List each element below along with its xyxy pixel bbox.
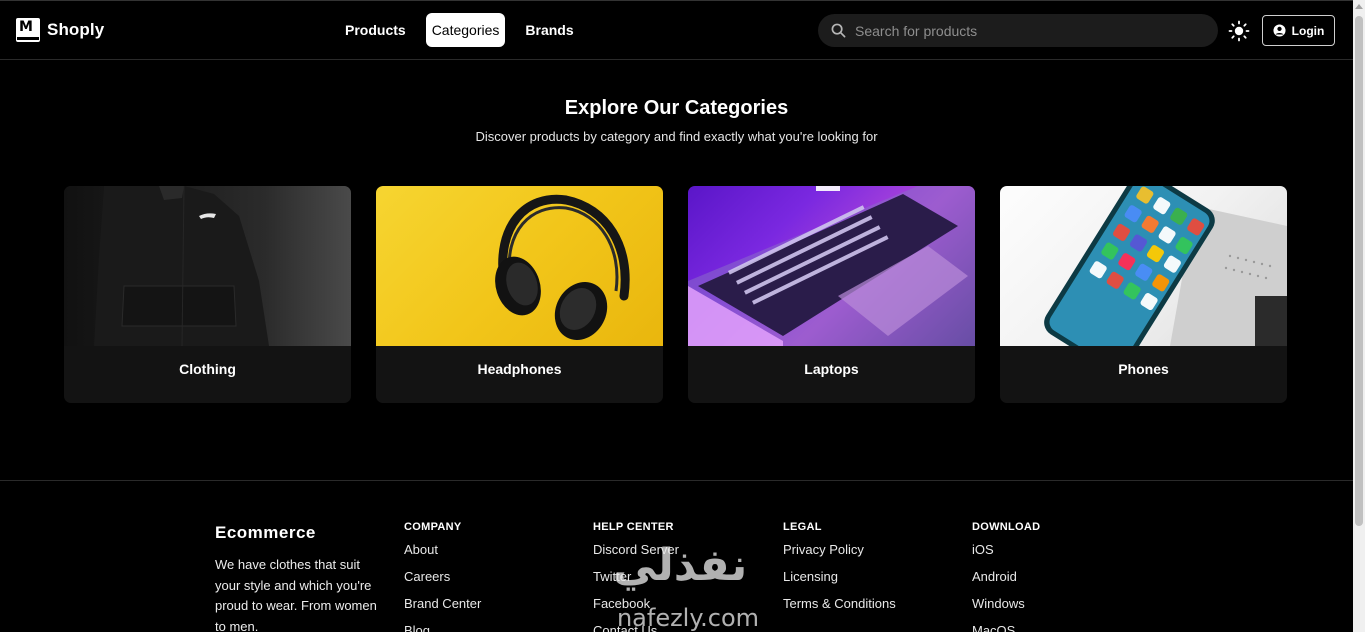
login-label: Login: [1291, 23, 1325, 38]
category-grid: Clothing Headphones Laptops Phones: [64, 186, 1287, 403]
footer-brand: Ecommerce We have clothes that suit your…: [215, 523, 385, 632]
page-title: Explore Our Categories: [564, 97, 789, 119]
category-label: Phones: [1118, 361, 1169, 377]
watermark-url: nafezly.com: [617, 604, 759, 632]
nav-categories[interactable]: Categories: [425, 13, 506, 47]
footer-column-legal: LEGAL Privacy Policy Licensing Terms & C…: [783, 521, 896, 623]
category-card-phones[interactable]: Phones: [1000, 186, 1287, 403]
footer-link-terms[interactable]: Terms & Conditions: [783, 596, 896, 623]
footer-column-title: DOWNLOAD: [972, 521, 1041, 533]
footer-column-download: DOWNLOAD iOS Android Windows MacOS: [972, 521, 1040, 632]
phones-image: [1000, 186, 1287, 346]
footer-link-licensing[interactable]: Licensing: [783, 569, 896, 596]
category-card-headphones[interactable]: Headphones: [376, 186, 663, 403]
footer-link-android[interactable]: Android: [972, 569, 1040, 596]
logo-link[interactable]: M Shoply: [16, 18, 104, 42]
footer-link-blog[interactable]: Blog: [404, 623, 481, 632]
scrollbar-thumb[interactable]: [1355, 16, 1363, 526]
vertical-scrollbar[interactable]: [1353, 0, 1365, 632]
footer-link-ios[interactable]: iOS: [972, 542, 1040, 569]
search-icon: [831, 23, 846, 38]
search-input[interactable]: [855, 22, 1195, 39]
category-card-laptops[interactable]: Laptops: [688, 186, 975, 403]
logo-icon: M: [16, 18, 40, 42]
category-label: Headphones: [477, 361, 562, 377]
page-subtitle: Discover products by category and find e…: [475, 129, 878, 144]
sun-icon: [1228, 20, 1250, 42]
main-nav: Products Categories Brands: [335, 13, 584, 47]
footer-link-privacy[interactable]: Privacy Policy: [783, 542, 896, 569]
footer-column-title: HELP CENTER: [593, 521, 674, 533]
category-card-clothing[interactable]: Clothing: [64, 186, 351, 403]
footer-link-brand-center[interactable]: Brand Center: [404, 596, 481, 623]
search-bar: [818, 14, 1218, 47]
footer-link-windows[interactable]: Windows: [972, 596, 1040, 623]
theme-toggle-button[interactable]: [1228, 20, 1250, 42]
top-navbar: M Shoply Products Categories Brands Sear…: [0, 0, 1353, 60]
footer-brand-description: We have clothes that suit your style and…: [215, 557, 377, 632]
laptops-image: [688, 186, 975, 346]
footer-brand-title: Ecommerce: [215, 523, 316, 542]
footer-link-macos[interactable]: MacOS: [972, 623, 1040, 632]
watermark-text: نفذلي: [613, 540, 748, 591]
scroll-up-icon[interactable]: [1355, 4, 1363, 9]
clothing-image: [64, 186, 351, 346]
category-label: Clothing: [179, 361, 236, 377]
category-label: Laptops: [804, 361, 859, 377]
nav-products[interactable]: Products: [335, 13, 416, 47]
footer-column-title: COMPANY: [404, 521, 462, 533]
nav-brands[interactable]: Brands: [515, 13, 583, 47]
footer-column-title: LEGAL: [783, 521, 822, 533]
footer-link-about[interactable]: About: [404, 542, 481, 569]
app-name: Shoply: [47, 20, 105, 39]
footer-link-careers[interactable]: Careers: [404, 569, 481, 596]
user-circle-icon: [1273, 24, 1286, 37]
footer-column-company: COMPANY About Careers Brand Center Blog: [404, 521, 481, 632]
headphones-image: [376, 186, 663, 346]
watermark-logo: نفذلي nafezly.com: [613, 540, 759, 632]
login-button[interactable]: Login: [1262, 15, 1335, 46]
